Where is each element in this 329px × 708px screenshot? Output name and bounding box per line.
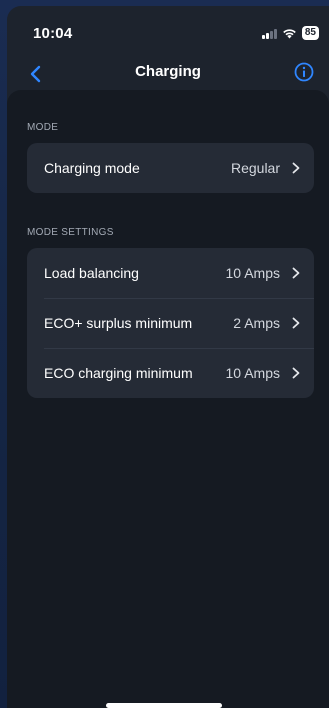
content-sheet: MODE Charging mode Regular MODE SETTINGS… <box>7 90 329 708</box>
chevron-right-icon <box>292 267 300 279</box>
chevron-right-icon <box>292 367 300 379</box>
row-value: 2 Amps <box>233 315 280 331</box>
status-bar: 10:04 85 <box>7 6 329 56</box>
row-label: Charging mode <box>44 160 140 176</box>
chevron-right-icon <box>292 317 300 329</box>
navigation-bar: Charging <box>7 56 329 92</box>
mode-settings-card: Load balancing 10 Amps ECO+ surplus mini… <box>27 248 314 398</box>
status-time: 10:04 <box>33 25 73 42</box>
row-label: ECO+ surplus minimum <box>44 315 193 331</box>
section-label-mode-settings: MODE SETTINGS <box>27 227 114 238</box>
row-load-balancing[interactable]: Load balancing 10 Amps <box>27 248 314 298</box>
chevron-right-icon <box>292 162 300 174</box>
row-label: Load balancing <box>44 265 139 281</box>
row-value: 10 Amps <box>225 365 280 381</box>
home-indicator[interactable] <box>106 703 222 708</box>
status-icons: 85 <box>262 25 319 41</box>
row-label: ECO charging minimum <box>44 365 193 381</box>
row-eco-plus-surplus-minimum[interactable]: ECO+ surplus minimum 2 Amps <box>27 298 314 348</box>
battery-icon: 85 <box>301 26 319 40</box>
row-charging-mode[interactable]: Charging mode Regular <box>27 143 314 193</box>
signal-icon <box>262 28 277 39</box>
row-eco-charging-minimum[interactable]: ECO charging minimum 10 Amps <box>27 348 314 398</box>
wifi-icon <box>282 28 297 39</box>
section-label-mode: MODE <box>27 122 59 133</box>
phone-screen: 10:04 85 Charging MODE Charging mode Reg… <box>7 6 329 708</box>
mode-card: Charging mode Regular <box>27 143 314 193</box>
row-value: 10 Amps <box>225 265 280 281</box>
info-icon[interactable] <box>293 61 315 83</box>
page-title: Charging <box>135 63 201 80</box>
row-value: Regular <box>230 160 280 176</box>
